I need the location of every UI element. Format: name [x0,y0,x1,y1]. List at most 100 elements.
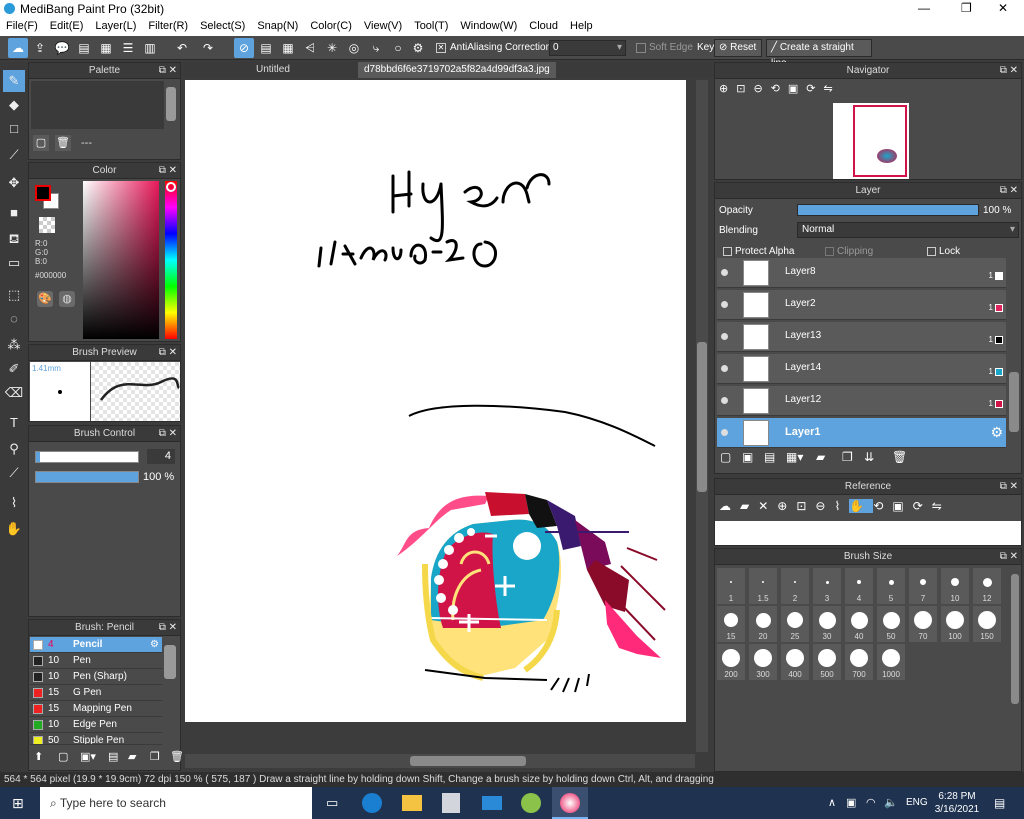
gear-icon[interactable]: ⚙ [990,424,1003,441]
duplicate-icon[interactable]: ❐ [150,750,160,763]
volume-icon[interactable]: 🔈 [884,796,898,809]
bucket-tool-icon[interactable]: ⛾ [3,228,25,250]
reset-view-icon[interactable]: ⟳ [806,83,823,95]
horizontal-scroll-thumb[interactable] [410,756,526,766]
add-brush-icon[interactable]: ⬆ [34,750,43,763]
new-8bit-layer-icon[interactable]: ▤ [764,450,775,464]
layer-row-layer1[interactable]: Layer1 ⚙ [717,418,1006,448]
eyedropper-icon[interactable]: ⌇ [834,499,849,513]
redo-icon[interactable]: ↷ [198,38,218,58]
close-button[interactable]: ✕ [998,1,1008,15]
brush-size-value[interactable]: 4 [147,449,175,464]
brush-size-option[interactable]: 400 [781,644,809,680]
hue-handle[interactable] [166,182,176,192]
fit-icon[interactable]: ▣ [788,83,806,95]
brush-size-option[interactable]: 15 [717,606,745,642]
straight-line-button[interactable]: ╱ Create a straight line [766,39,872,69]
panel-close-icon[interactable]: ⧉ ✕ [1000,479,1018,495]
panel-close-icon[interactable]: ⧉ ✕ [1000,183,1018,199]
snap-off-icon[interactable]: ⊘ [234,38,254,58]
panel-close-icon[interactable]: ⧉ ✕ [1000,549,1018,565]
brush-size-option[interactable]: 10 [941,568,969,604]
trash-icon[interactable]: 🗑 [892,450,907,464]
rectangle-tool-icon[interactable]: □ [3,118,25,140]
upload-icon[interactable]: ⇪ [30,38,50,58]
zoom-fit-icon[interactable]: ⊡ [736,83,753,95]
brush-size-scroll-thumb[interactable] [1011,574,1019,704]
layer-row-layer12[interactable]: Layer12 1 [717,386,1006,416]
reset-view-icon[interactable]: ⟳ [913,499,932,513]
menu-help[interactable]: Help [564,18,599,34]
new-layer-icon[interactable]: ▢ [720,450,731,464]
menu-window[interactable]: Window(W) [454,18,523,34]
new-palette-icon[interactable]: ▢ [33,135,49,151]
brush-size-scrollbar[interactable] [1010,572,1020,768]
brush-item-pen-sharp[interactable]: 10 Pen (Sharp) [30,669,162,685]
brush-size-option[interactable]: 500 [813,644,841,680]
divide-tool-icon[interactable]: ⟋ [3,462,25,484]
brush-size-option[interactable]: 200 [717,644,745,680]
menu-filter[interactable]: Filter(R) [142,18,194,34]
panel-close-icon[interactable]: ⧉ ✕ [159,345,177,361]
move-tool-icon[interactable]: ✥ [3,172,25,194]
brush-size-option[interactable]: 700 [845,644,873,680]
zoom-out-icon[interactable]: ⊖ [753,83,770,95]
reset-button[interactable]: ⊘ Reset [714,39,762,57]
palette-area[interactable] [31,81,164,129]
brush-size-option[interactable]: 7 [909,568,937,604]
panel-icon[interactable]: ▥ [140,38,160,58]
text-bubble-icon[interactable]: ▤ [74,38,94,58]
tab-untitled[interactable]: Untitled [250,62,296,78]
zoom-fit-icon[interactable]: ⊡ [796,499,815,513]
panel-close-icon[interactable]: ⧉ ✕ [159,163,177,179]
zoom-out-icon[interactable]: ⊖ [815,499,834,513]
brush-item-edge-pen[interactable]: 10 Edge Pen [30,717,162,733]
blending-select[interactable]: Normal ▾ [797,222,1019,238]
eye-icon[interactable] [721,429,728,436]
flip-icon[interactable]: ⇋ [932,499,951,513]
select-tool-icon[interactable]: ⬚ [3,284,25,306]
reference-image-area[interactable] [715,521,1021,545]
layer-row-layer13[interactable]: Layer13 1 [717,322,1006,352]
layer-scroll-thumb[interactable] [1009,372,1019,432]
folder-icon[interactable]: ▰ [128,750,136,763]
brush-size-option[interactable]: 1.5 [749,568,777,604]
clock[interactable]: 6:28 PM 3/16/2021 [934,790,980,816]
gear-icon[interactable]: ⚙ [150,637,159,653]
menu-tool[interactable]: Tool(T) [408,18,454,34]
hue-slider[interactable] [165,181,177,339]
page-icon[interactable]: ▦ [96,38,116,58]
list-icon[interactable]: ☰ [118,38,138,58]
brush-size-option[interactable]: 70 [909,606,937,642]
menu-view[interactable]: View(V) [358,18,408,34]
cloud-icon[interactable]: ☁ [8,38,28,58]
panel-close-icon[interactable]: ⧉ ✕ [159,426,177,442]
perspective-snap-icon[interactable]: ⩤ [300,38,320,58]
eye-icon[interactable] [721,301,728,308]
line-tool-icon[interactable]: ⟋ [3,144,25,166]
menu-layer[interactable]: Layer(L) [89,18,142,34]
magic-wand-tool-icon[interactable]: ⁂ [3,334,25,356]
vertical-scrollbar[interactable] [696,80,708,752]
tab-file[interactable]: d78bbd6f6e3719702a5f82a4d99df3a3.jpg [358,62,556,78]
grid-snap-icon[interactable]: ▦ [278,38,298,58]
zoom-in-icon[interactable]: ⊕ [777,499,796,513]
maximize-button[interactable]: ❐ [961,1,972,15]
transparent-color-swatch[interactable] [39,217,55,233]
menu-edit[interactable]: Edit(E) [44,18,90,34]
panel-close-icon[interactable]: ⧉ ✕ [159,620,177,636]
medibang-task-button[interactable] [552,787,588,819]
soft-edge-checkbox[interactable] [636,43,646,53]
navigator-zoom-controls[interactable]: ⊕⊡⊖⟲▣⟳⇋ [719,82,841,95]
rotate-icon[interactable]: ⟲ [771,83,788,95]
brush-size-option[interactable]: 3 [813,568,841,604]
undo-icon[interactable]: ↶ [172,38,192,58]
app-icon[interactable] [521,793,541,813]
brush-size-slider[interactable] [35,451,139,463]
eye-icon[interactable] [721,365,728,372]
zoom-in-icon[interactable]: ⊕ [719,83,736,95]
text-tool-icon[interactable]: T [3,412,25,434]
add-layer-menu-icon[interactable]: ▦▾ [786,450,803,464]
drawing-canvas[interactable] [185,80,686,722]
new-brush-icon[interactable]: ▢ [58,750,68,763]
